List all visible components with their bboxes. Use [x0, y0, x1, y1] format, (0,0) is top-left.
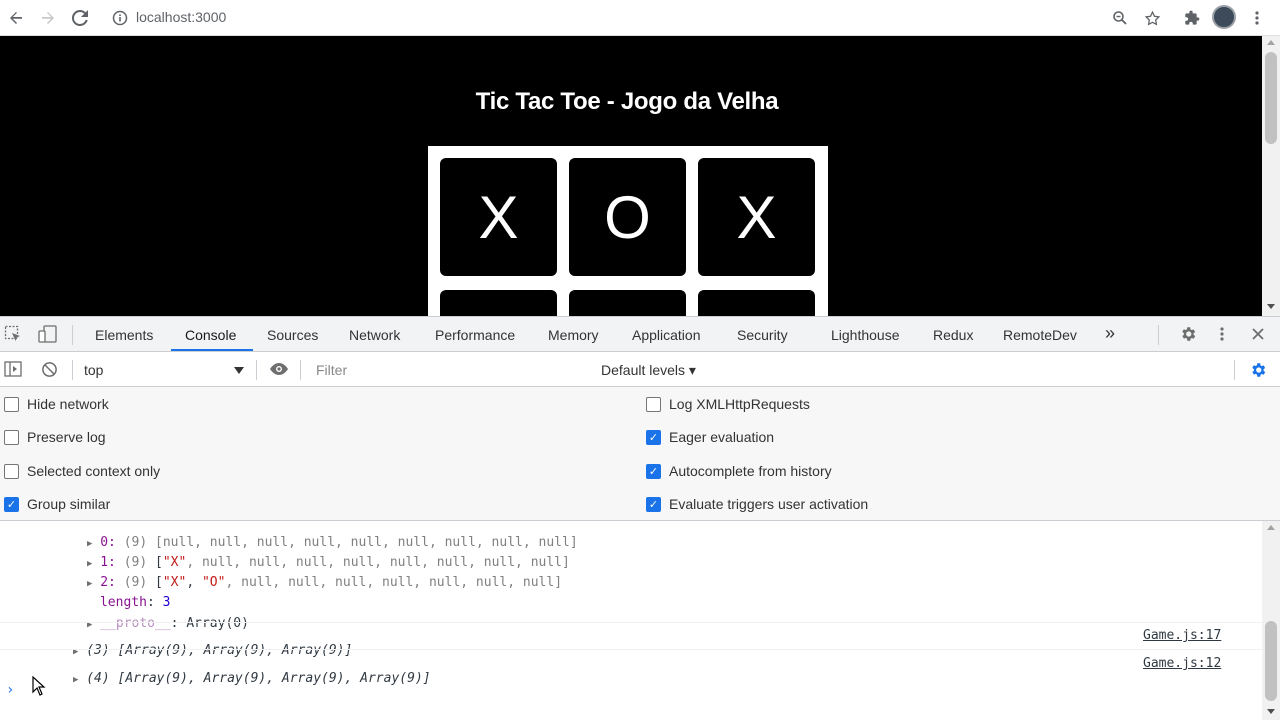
- reload-icon[interactable]: [66, 4, 94, 32]
- checkbox[interactable]: [4, 396, 19, 412]
- source-link[interactable]: Game.js:17: [1143, 628, 1221, 643]
- console-prompt[interactable]: ›: [6, 682, 14, 698]
- scroll-down-icon[interactable]: [1267, 304, 1275, 309]
- setting-evaluate-triggers-user-activation[interactable]: ✓ Evaluate triggers user activation: [646, 494, 868, 514]
- setting-eager-evaluation[interactable]: ✓ Eager evaluation: [646, 427, 774, 447]
- setting-selected-context-only[interactable]: Selected context only: [4, 461, 160, 481]
- inspect-element-icon[interactable]: [4, 325, 22, 348]
- page-viewport: Tic Tac Toe - Jogo da Velha X O X: [0, 36, 1262, 316]
- site-info-icon[interactable]: [106, 4, 134, 32]
- board-cell[interactable]: X: [698, 158, 815, 276]
- setting-preserve-log[interactable]: Preserve log: [4, 427, 106, 447]
- console-scrollbar-thumb[interactable]: [1265, 621, 1277, 701]
- tab-network[interactable]: Network: [349, 327, 400, 343]
- board-cell[interactable]: [569, 290, 686, 316]
- checkbox-checked[interactable]: ✓: [646, 496, 661, 512]
- page-scrollbar-thumb[interactable]: [1265, 52, 1277, 144]
- filter-input[interactable]: [310, 359, 590, 381]
- log-levels-dropdown[interactable]: Default levels ▾: [601, 362, 696, 379]
- sidebar-toggle-icon[interactable]: [4, 361, 22, 382]
- tab-sources[interactable]: Sources: [267, 327, 318, 343]
- devtools-panel: Elements Console Sources Network Perform…: [0, 316, 1280, 721]
- checkbox[interactable]: [646, 396, 661, 412]
- board-cell[interactable]: [698, 290, 815, 316]
- game-board: X O X: [428, 146, 828, 316]
- more-tabs-icon[interactable]: »: [1105, 323, 1115, 344]
- setting-label: Selected context only: [27, 463, 161, 479]
- live-expression-eye-icon[interactable]: [269, 361, 289, 382]
- tab-elements[interactable]: Elements: [95, 327, 153, 343]
- toolbar-divider: [1234, 360, 1235, 380]
- setting-label: Eager evaluation: [669, 429, 775, 445]
- tab-performance[interactable]: Performance: [435, 327, 515, 343]
- setting-label: Hide network: [27, 396, 109, 412]
- checkbox-checked[interactable]: ✓: [4, 496, 19, 512]
- forward-icon[interactable]: [34, 4, 62, 32]
- tab-memory[interactable]: Memory: [548, 327, 599, 343]
- context-selector[interactable]: top: [84, 362, 103, 378]
- browser-toolbar: localhost:3000: [0, 0, 1280, 36]
- console-settings-gear-icon[interactable]: [1249, 361, 1267, 384]
- page-title: Tic Tac Toe - Jogo da Velha: [475, 88, 779, 115]
- checkbox[interactable]: [4, 429, 19, 445]
- expand-triangle-icon[interactable]: ▶: [73, 675, 78, 685]
- tab-redux[interactable]: Redux: [933, 327, 973, 343]
- scroll-down-icon[interactable]: [1267, 709, 1275, 714]
- console-toolbar: top Default levels ▾: [0, 353, 1280, 387]
- log-divider: [0, 649, 1262, 650]
- tab-lighthouse[interactable]: Lighthouse: [831, 327, 900, 343]
- setting-hide-network[interactable]: Hide network: [4, 394, 109, 414]
- checkbox-checked[interactable]: ✓: [646, 429, 661, 445]
- bookmark-star-icon[interactable]: [1138, 4, 1166, 32]
- profile-avatar[interactable]: [1212, 5, 1236, 29]
- checkbox-checked[interactable]: ✓: [646, 463, 661, 479]
- toolbar-divider: [72, 360, 73, 380]
- page-scrollbar[interactable]: [1262, 36, 1280, 316]
- clear-console-icon[interactable]: [41, 361, 58, 383]
- tab-divider: [72, 325, 73, 345]
- tab-security[interactable]: Security: [737, 327, 788, 343]
- mouse-cursor-icon: [32, 675, 46, 700]
- devtools-tabbar: Elements Console Sources Network Perform…: [0, 317, 1280, 352]
- back-icon[interactable]: [2, 4, 30, 32]
- zoom-icon[interactable]: [1106, 4, 1134, 32]
- tab-remotedev[interactable]: RemoteDev: [1003, 327, 1077, 343]
- setting-autocomplete-from-history[interactable]: ✓ Autocomplete from history: [646, 461, 832, 481]
- tab-divider: [1158, 325, 1159, 345]
- setting-label: Log XMLHttpRequests: [669, 396, 810, 412]
- checkbox[interactable]: [4, 463, 19, 479]
- address-bar[interactable]: localhost:3000: [136, 9, 226, 25]
- source-link[interactable]: Game.js:12: [1143, 656, 1221, 671]
- setting-label: Preserve log: [27, 429, 106, 445]
- console-output: ▶ 0: (9) [null, null, null, null, null, …: [0, 522, 1262, 721]
- browser-menu-icon[interactable]: [1243, 4, 1271, 32]
- setting-label: Evaluate triggers user activation: [669, 496, 869, 512]
- board-cell[interactable]: O: [569, 158, 686, 276]
- active-tab-indicator: [171, 349, 253, 351]
- board-cell[interactable]: [440, 290, 557, 316]
- tab-application[interactable]: Application: [632, 327, 701, 343]
- chevron-down-icon[interactable]: [234, 367, 244, 374]
- setting-label: Group similar: [27, 496, 111, 512]
- close-devtools-icon[interactable]: [1251, 326, 1265, 346]
- devtools-menu-icon[interactable]: [1220, 326, 1224, 347]
- board-cell[interactable]: X: [440, 158, 557, 276]
- setting-label: Autocomplete from history: [669, 463, 832, 479]
- console-scrollbar[interactable]: [1262, 521, 1280, 720]
- device-toolbar-icon[interactable]: [38, 325, 58, 348]
- setting-log-xmlhttprequests[interactable]: Log XMLHttpRequests: [646, 394, 810, 414]
- setting-group-similar[interactable]: ✓ Group similar: [4, 494, 110, 514]
- settings-gear-icon[interactable]: [1179, 325, 1197, 348]
- scroll-up-icon[interactable]: [1267, 525, 1275, 530]
- extensions-puzzle-icon[interactable]: [1178, 4, 1206, 32]
- scroll-up-icon[interactable]: [1267, 40, 1275, 45]
- toolbar-divider: [256, 360, 257, 380]
- toolbar-divider: [300, 360, 301, 380]
- tab-console[interactable]: Console: [185, 327, 236, 343]
- log-divider: [0, 622, 1262, 623]
- console-message[interactable]: ▶ (4) [Array(9), Array(9), Array(9), Arr…: [26, 656, 431, 701]
- console-settings-panel: Hide network Preserve log Selected conte…: [0, 387, 1280, 521]
